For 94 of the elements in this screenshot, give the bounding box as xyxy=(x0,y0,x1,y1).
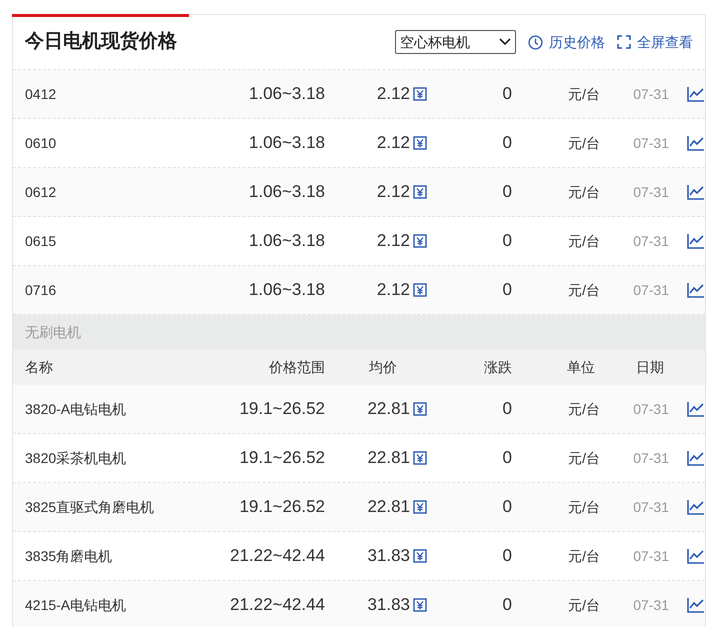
card-title: 今日电机现货价格 xyxy=(25,30,177,54)
clock-icon xyxy=(528,34,543,50)
yuan-icon[interactable] xyxy=(413,500,427,514)
product-name: 4215-A电钻电机 xyxy=(24,596,128,614)
date: 07-31 xyxy=(632,232,669,250)
date: 07-31 xyxy=(632,84,669,104)
price-range: 1.06~3.18 xyxy=(248,132,325,154)
average-price: 22.81 xyxy=(367,398,410,420)
date: 07-31 xyxy=(632,400,669,418)
price-change: 0 xyxy=(502,279,512,302)
line-chart-icon[interactable] xyxy=(687,184,705,200)
line-chart-icon[interactable] xyxy=(687,282,705,298)
fullscreen-icon xyxy=(617,35,631,49)
unit: 元/台 xyxy=(567,400,600,418)
unit: 元/台 xyxy=(567,280,600,300)
price-change: 0 xyxy=(502,230,512,252)
price-range: 19.1~26.52 xyxy=(238,496,325,518)
product-name: 3820-A电钻电机 xyxy=(24,400,128,418)
yuan-icon[interactable] xyxy=(413,87,427,101)
unit: 元/台 xyxy=(567,84,600,104)
product-name: 3825直驱式角磨电机 xyxy=(24,498,156,516)
price-range: 19.1~26.52 xyxy=(238,398,325,420)
chevron-down-icon xyxy=(499,38,511,46)
category-select[interactable]: 空心杯电机 xyxy=(395,30,516,54)
price-change: 0 xyxy=(502,594,512,616)
unit: 元/台 xyxy=(567,596,600,614)
product-name: 0615 xyxy=(24,232,58,250)
column-header: 价格范围 xyxy=(268,358,325,376)
price-change: 0 xyxy=(502,545,512,568)
price-change: 0 xyxy=(502,181,512,204)
unit: 元/台 xyxy=(567,546,600,566)
yuan-icon[interactable] xyxy=(413,283,427,297)
yuan-icon[interactable] xyxy=(413,402,427,416)
line-chart-icon[interactable] xyxy=(687,548,705,564)
date: 07-31 xyxy=(632,134,669,152)
product-name: 0610 xyxy=(24,134,58,152)
price-range: 19.1~26.52 xyxy=(238,447,325,470)
line-chart-icon[interactable] xyxy=(687,233,705,249)
average-price: 22.81 xyxy=(367,496,410,518)
price-range: 1.06~3.18 xyxy=(248,279,325,302)
date: 07-31 xyxy=(632,546,669,566)
date: 07-31 xyxy=(632,596,669,614)
price-change: 0 xyxy=(502,447,512,470)
price-change: 0 xyxy=(502,398,512,420)
unit: 元/台 xyxy=(567,134,600,152)
yuan-icon[interactable] xyxy=(413,185,427,199)
yuan-icon[interactable] xyxy=(413,549,427,563)
section-heading: 无刷电机 xyxy=(13,315,705,349)
date: 07-31 xyxy=(632,182,669,202)
price-range: 1.06~3.18 xyxy=(248,181,325,204)
price-change: 0 xyxy=(502,496,512,518)
unit: 元/台 xyxy=(567,448,600,468)
history-link[interactable]: 历史价格 xyxy=(528,32,605,52)
price-change: 0 xyxy=(502,132,512,154)
average-price: 22.81 xyxy=(367,447,410,470)
product-name: 0716 xyxy=(24,280,58,300)
product-name: 0612 xyxy=(24,182,58,202)
line-chart-icon[interactable] xyxy=(687,450,705,466)
yuan-icon[interactable] xyxy=(413,234,427,248)
average-price: 2.12 xyxy=(376,279,410,302)
column-header: 涨跌 xyxy=(483,358,512,376)
price-range: 21.22~42.44 xyxy=(228,545,325,568)
column-header: 单位 xyxy=(566,358,595,376)
average-price: 2.12 xyxy=(376,83,410,106)
average-price: 2.12 xyxy=(376,230,410,252)
column-header: 均价 xyxy=(368,358,397,376)
column-header: 日期 xyxy=(635,358,664,376)
fullscreen-link[interactable]: 全屏查看 xyxy=(617,32,693,52)
line-chart-icon[interactable] xyxy=(687,499,705,515)
line-chart-icon[interactable] xyxy=(687,135,705,151)
average-price: 2.12 xyxy=(376,132,410,154)
unit: 元/台 xyxy=(567,232,600,250)
price-range: 1.06~3.18 xyxy=(248,230,325,252)
average-price: 31.83 xyxy=(367,545,410,568)
line-chart-icon[interactable] xyxy=(687,86,705,102)
date: 07-31 xyxy=(632,498,669,516)
average-price: 2.12 xyxy=(376,181,410,204)
line-chart-icon[interactable] xyxy=(687,597,705,613)
yuan-icon[interactable] xyxy=(413,598,427,612)
product-name: 3835角磨电机 xyxy=(24,546,114,566)
yuan-icon[interactable] xyxy=(413,451,427,465)
date: 07-31 xyxy=(632,448,669,468)
line-chart-icon[interactable] xyxy=(687,401,705,417)
yuan-icon[interactable] xyxy=(413,136,427,150)
price-range: 21.22~42.44 xyxy=(228,594,325,616)
price-range: 1.06~3.18 xyxy=(248,83,325,106)
unit: 元/台 xyxy=(567,498,600,516)
product-name: 3820采茶机电机 xyxy=(24,448,128,468)
average-price: 31.83 xyxy=(367,594,410,616)
date: 07-31 xyxy=(632,280,669,300)
unit: 元/台 xyxy=(567,182,600,202)
price-change: 0 xyxy=(502,83,512,106)
column-header: 名称 xyxy=(24,358,54,376)
product-name: 0412 xyxy=(24,84,58,104)
